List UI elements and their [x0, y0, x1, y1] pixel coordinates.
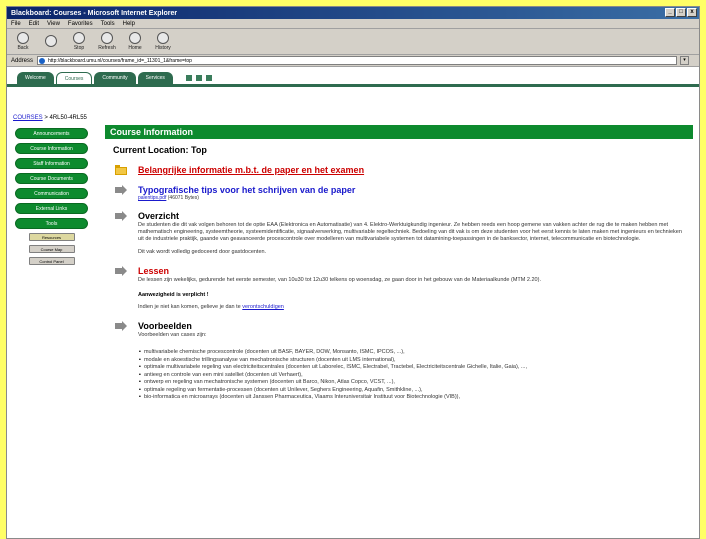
item-arrow-icon [115, 266, 127, 276]
sidebar-item-communication[interactable]: Communication [15, 188, 88, 199]
voorbeelden-list: multivariabele chemische procescontrole … [139, 349, 687, 402]
item-arrow-icon [115, 211, 127, 221]
folder-icon [115, 165, 127, 175]
help-nav-icon[interactable] [194, 74, 203, 82]
home-icon [129, 32, 141, 44]
stop-icon [73, 32, 85, 44]
content-item-belangrijke: Belangrijke informatie m.b.t. de paper e… [105, 165, 693, 175]
stop-button[interactable]: Stop [67, 32, 91, 51]
list-item: bio-informatica en microarrays (docenten… [139, 394, 687, 402]
nav-icon-group [184, 74, 213, 82]
sidebar-item-staff-information[interactable]: Staff Information [15, 158, 88, 169]
list-item: ontwerp en regeling van mechatronische s… [139, 379, 687, 387]
lessen-text: De lessen zijn wekelijks, gedurende het … [138, 277, 541, 283]
list-item: multivariabele chemische procescontrole … [139, 349, 687, 357]
back-arrow-icon [17, 32, 29, 44]
address-input[interactable]: http://blackboard.umu.nl/courses/frame_i… [37, 56, 678, 65]
browser-toolbar: Back Stop Refresh Home History [7, 29, 699, 55]
belangrijke-info-link[interactable]: Belangrijke informatie m.b.t. de paper e… [138, 165, 693, 175]
sidebar-item-tools[interactable]: Tools [15, 218, 88, 229]
history-label: History [155, 45, 171, 51]
voorbeelden-intro: Voorbeelden van cases zijn: [138, 332, 207, 338]
list-item: antieeg en controle van een mini satelli… [139, 372, 687, 380]
ie-page-icon [39, 58, 46, 64]
history-icon [157, 32, 169, 44]
content-area: Course Information Current Location: Top… [105, 125, 693, 402]
sidebar-item-course-information[interactable]: Course Information [15, 143, 88, 154]
section-header: Course Information [105, 125, 693, 139]
attachment-line: palentips.pdf (46071 Bytes) [138, 195, 693, 201]
stop-label: Stop [73, 45, 85, 51]
resources-button[interactable]: Resources [28, 233, 75, 241]
maximize-button[interactable]: □ [676, 8, 686, 17]
history-button[interactable]: History [151, 32, 175, 51]
breadcrumb-current: 4RL50-4RL55 [49, 115, 87, 121]
menu-bar: File Edit View Favorites Tools Help [7, 19, 699, 29]
item-arrow-icon [115, 321, 127, 331]
overzicht-title: Overzicht [138, 211, 180, 221]
voorbeelden-title: Voorbeelden [138, 321, 192, 331]
blackboard-nav: Welcome Courses Community Services [7, 67, 699, 87]
menu-edit[interactable]: Edit [29, 21, 39, 27]
minimize-button[interactable]: _ [665, 8, 675, 17]
content-item-voorbeelden: Voorbeelden Voorbeelden van cases zijn: [105, 321, 693, 339]
attachment-size: (46071 Bytes) [167, 195, 199, 201]
browser-window: Blackboard: Courses - Microsoft Internet… [6, 6, 700, 539]
attachment-link[interactable]: palentips.pdf [138, 195, 166, 201]
title-bar: Blackboard: Courses - Microsoft Internet… [7, 7, 699, 19]
refresh-label: Refresh [98, 45, 116, 51]
tab-community[interactable]: Community [94, 72, 136, 84]
address-bar: Address http://blackboard.umu.nl/courses… [7, 55, 699, 67]
back-button[interactable]: Back [11, 32, 35, 51]
tab-services[interactable]: Services [137, 72, 173, 84]
typografische-tips-title: Typografische tips voor het schrijven va… [138, 185, 356, 195]
menu-favorites[interactable]: Favorites [68, 21, 93, 27]
lessen-excuse-line: Indien je niet kan komen, gelieve je dan… [138, 304, 686, 311]
breadcrumb-courses-link[interactable]: COURSES [13, 115, 43, 121]
current-location: Current Location: Top [113, 145, 207, 155]
window-title: Blackboard: Courses - Microsoft Internet… [11, 9, 178, 17]
refresh-icon [101, 32, 113, 44]
content-item-overzicht: Overzicht De studenten die dit vak volge… [105, 211, 693, 256]
list-item: optimale multivariabele regeling van ele… [139, 364, 687, 372]
home-nav-icon[interactable] [184, 74, 193, 82]
content-item-lessen: Lessen De lessen zijn wekelijks, geduren… [105, 266, 693, 311]
overzicht-note: Dit vak wordt volledig gedoceerd door ga… [138, 249, 267, 255]
address-dropdown-button[interactable]: ▾ [680, 56, 690, 65]
logout-nav-icon[interactable] [204, 74, 213, 82]
address-label: Address [11, 57, 34, 64]
home-label: Home [128, 45, 142, 51]
breadcrumb: COURSES > 4RL50-4RL55 [13, 115, 87, 121]
course-menu: Announcements Course Information Staff I… [13, 128, 90, 265]
close-button[interactable]: x [687, 8, 697, 17]
forward-button[interactable] [39, 35, 63, 48]
menu-tools[interactable]: Tools [101, 21, 115, 27]
menu-file[interactable]: File [11, 21, 21, 27]
sidebar-item-course-documents[interactable]: Course Documents [15, 173, 88, 184]
lessen-excuse-text: Indien je niet kan komen, gelieve je dan… [138, 304, 241, 310]
tab-courses[interactable]: Courses [55, 72, 93, 84]
list-item: modale en akoestische trillingsanalyse v… [139, 357, 687, 365]
breadcrumb-separator: > [42, 115, 50, 121]
menu-view[interactable]: View [47, 21, 60, 27]
aanwezigheid-notice: Aanwezigheid is verplicht ! [138, 292, 209, 298]
forward-arrow-icon [45, 35, 57, 47]
menu-help[interactable]: Help [123, 21, 135, 27]
home-button[interactable]: Home [123, 32, 147, 51]
tab-welcome[interactable]: Welcome [17, 72, 54, 84]
control-panel-button[interactable]: Control Panel [28, 257, 75, 265]
overzicht-text: De studenten die dit vak volgen behoren … [138, 222, 682, 242]
sidebar-item-announcements[interactable]: Announcements [15, 128, 88, 139]
course-map-button[interactable]: Course Map [28, 245, 75, 253]
lessen-title: Lessen [138, 266, 170, 276]
item-arrow-icon [115, 185, 127, 195]
list-item: optimale regeling van fermentatie-proces… [139, 387, 687, 395]
back-label: Back [17, 45, 29, 51]
verontschuldigen-link[interactable]: verontschuldigen [242, 304, 284, 310]
refresh-button[interactable]: Refresh [95, 32, 119, 51]
sidebar-item-external-links[interactable]: External Links [15, 203, 88, 214]
window-controls: _ □ x [665, 8, 697, 17]
content-item-tips: Typografische tips voor het schrijven va… [105, 185, 693, 201]
address-value: http://blackboard.umu.nl/courses/frame_i… [48, 58, 192, 64]
